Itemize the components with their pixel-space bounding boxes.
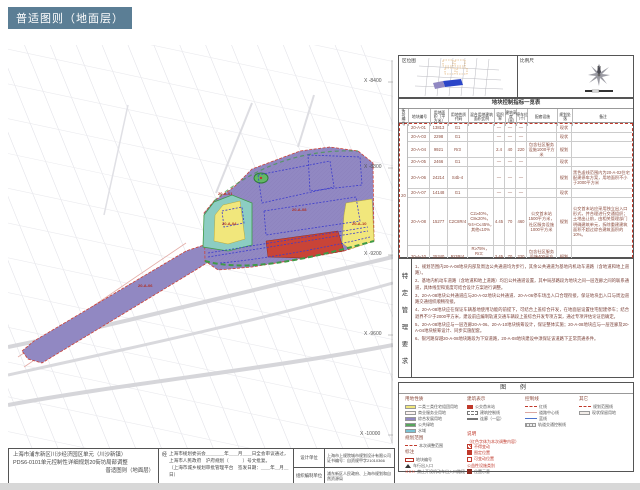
swatch-plan-boundary <box>579 406 591 408</box>
note-item: 4、20-A-08地块应在保证车辆基地使用功能的前提下，可结合上盖综合开发，在地… <box>415 307 629 319</box>
table-row: 20-A-06 24214 S4b-4— — — 规划 黑色虚线范围内为20-A-02住宅配… <box>408 167 632 189</box>
note-item: 3、20-A-08地块公共通道应与20-A-02地块公共通道、20-A-06停车… <box>415 292 629 305</box>
table-row: 20-A-04 9921 Rr3 2.4 40 220 包含社区服务设施1000平方米 规划 <box>408 142 632 158</box>
design-unit-row: 设计单位 上海市上规院城市规划设计有限公司 证书编号：自资规甲字21010366 <box>294 449 394 468</box>
swatch-commercial <box>405 410 416 415</box>
page-bottom-margin <box>0 483 640 490</box>
swatch-adjust-scope <box>405 445 417 447</box>
location-scale-panel: 区位图 比例尺 N <box>398 55 634 98</box>
plot-label: 20-A-08 <box>292 207 307 212</box>
swatch-corridor <box>467 417 478 421</box>
swatch-existing-retained <box>579 410 590 415</box>
org-unit-value: 浦东新区人民政府、上海市规划和自然资源局 <box>327 471 391 482</box>
no-entry-icon: ✕✕✕ <box>405 469 416 475</box>
coord-label: X -9600 <box>364 331 382 337</box>
legend-group-note: 说明 （红色字体为本次调整内容） 不得变动 图定位置 可变动位置 公益性设施类别… <box>467 431 567 475</box>
coord-label: X -10000 <box>360 431 381 437</box>
table-row: 20-A-03 2298 G1— — — 现状 <box>408 133 632 142</box>
swatch-adjustable-position <box>467 456 472 462</box>
plot-control-table-panel: 地块控制指标一览表 街坊编号 地块编号 用地面积（平方米） 用地性质代码 混合用… <box>398 98 634 268</box>
swatch-residential <box>405 404 416 409</box>
approval-line3: （上海市城乡规划审批管理平台 签发日期：＿＿年＿月＿日） <box>169 464 289 477</box>
title-block: 上海市浦东新区川沙经济园区单元（川沙新镇） PDS6-0101单元控制性详细规划… <box>8 448 395 486</box>
coord-label: X -8800 <box>364 164 382 170</box>
plot-label: 20-A-10 <box>352 221 367 226</box>
legend-group-other: 其它 规划范围线 现状保留用地 <box>579 396 616 415</box>
swatch-plot-number <box>405 457 414 462</box>
zone-corridor-band <box>21 244 211 364</box>
legend-group-marks: 标注 地块编号 车行出入口 ✕✕✕ 禁止开设机动车出入口路段 <box>405 449 466 475</box>
legend-group-scope: 规划范围 本次调整范围 <box>405 435 443 448</box>
special-management-panel: 特定管理要求 1、规划范围内20-A-08地块内部及周边公共通道均为步行，其余公… <box>398 258 634 378</box>
plot-label: 20-A-06 <box>138 283 153 288</box>
swatch-blue-line <box>525 418 537 420</box>
swatch-road-centerline <box>525 412 537 414</box>
table-row: 20-A-08 15277 C2C8Rr4 C2≥40%，C8≤20%，Rr4+C≤4… <box>408 198 632 246</box>
note-item: 6、银河路穿越20-A-08地块路段为下穿道路，20-A-08地块建设中须保证该… <box>415 335 599 341</box>
coord-label: X -9200 <box>364 251 382 257</box>
compass-rose-icon <box>585 64 613 93</box>
table-header-row: 街坊编号 地块编号 用地面积（平方米） 用地性质代码 混合用地建筑面积比例 容积… <box>399 109 633 126</box>
planning-map: X -8400 X -8800 X -9200 X -9600 X -10000… <box>0 0 513 490</box>
location-map-cell: 区位图 <box>399 56 518 97</box>
design-unit-cert: 证书编号：自资规甲字21010366 <box>327 457 385 463</box>
note-item: 2、基地内机动车道路（含地道和地上道路）均沿公共通道设置，其中局部路段为地块之间… <box>415 278 629 290</box>
coord-label: X -8400 <box>364 78 382 84</box>
table-row: 20-A-05 2466 G1— — — 现状 <box>408 158 632 167</box>
approval-line2: 上海市人民政府 沪府规划（ ）号文批复。 <box>169 457 271 463</box>
legend-group-landuse: 用地性质 二类三类住宅组团用地 商业服务业用地 综合发展用地 公共绿地 水域 <box>405 396 458 434</box>
table-row: 20-A-07 14148 G1— — — 现状 <box>408 189 632 198</box>
block-number-cell: 20 <box>400 124 408 267</box>
note-item: 5、20-A-08地块应与一层连廊20-A-06、20-A-10地块统筹设计，保… <box>415 321 629 333</box>
location-minimap <box>414 57 504 97</box>
project-name-cell: 上海市浦东新区川沙经济园区单元（川沙新镇） PDS6-0101单元控制性详细规划… <box>9 449 159 485</box>
location-highlight <box>443 79 463 87</box>
swatch-rail-control <box>525 423 536 427</box>
table-title: 地块控制指标一览表 <box>399 99 633 109</box>
legend-panel: 图 例 用地性质 二类三类住宅组团用地 商业服务业用地 综合发展用地 公共绿地 … <box>398 382 634 475</box>
approval-cell: 经 上海市规划委员会＿＿＿＿年＿＿月＿＿日全会审议通过， 上海市人民政府 沪府规… <box>159 449 294 485</box>
design-unit-label: 设计单位 <box>294 449 325 467</box>
notes-body: 1、规划范围内20-A-08地块内部及周边公共通道均为步行，其余公共通道为基地内… <box>415 264 629 374</box>
table-body: 20 20-A-01 13813 G1— — — 现状 20-A-03 2298 G1— — — 现… <box>399 123 633 268</box>
view-tab-ground-floor[interactable]: 普适图则（地面层） <box>8 7 132 29</box>
table-row: 20-A-01 13813 G1— — — 现状 <box>408 124 632 133</box>
swatch-no-change <box>467 444 472 450</box>
project-line2: PDS6-0101单元控制性详细规划20街坊局部调整 <box>13 459 128 466</box>
swatch-greenspace <box>405 423 416 428</box>
swatch-red-line <box>525 406 537 408</box>
swatch-position-indicative <box>467 469 472 475</box>
planning-map-canvas <box>0 0 513 490</box>
plot-label: 20-A-01 <box>218 191 233 196</box>
swatch-fixed-position <box>467 450 472 456</box>
swatch-building-control <box>467 410 478 415</box>
approval-line1: 上海市规划委员会＿＿＿＿年＿＿月＿＿日全会审议通过， <box>169 451 289 456</box>
project-line1: 上海市浦东新区川沙经济园区单元（川沙新镇） <box>13 452 127 458</box>
scale-cell: 比例尺 N <box>517 56 634 97</box>
park-marker <box>259 176 263 180</box>
document-page: 普适图则（地面层） X -8400 X -8800 X -9200 X -960… <box>0 0 640 490</box>
legend-title: 图 例 <box>399 383 633 394</box>
note-item: 1、规划范围内20-A-08地块内部及周边公共通道均为步行，其余公共通道为基地内… <box>415 264 629 276</box>
units-cell: 设计单位 上海市上规院城市规划设计有限公司 证书编号：自资规甲字21010366… <box>294 449 394 485</box>
swatch-bus-terminal <box>467 404 473 409</box>
approval-prefix: 经 <box>162 452 168 458</box>
swatch-water <box>405 429 416 434</box>
legend-group-building: 建筑表示 公交首末站 建筑控制线 连廊（一层） <box>467 396 504 421</box>
notes-vertical-title: 特定管理要求 <box>399 259 412 377</box>
vehicle-entry-icon <box>405 463 411 468</box>
swatch-mixed <box>405 416 416 421</box>
plot-label: 20-A-04 <box>222 221 237 226</box>
legend-group-control-lines: 控制线 红线 道路中心线 蓝线 轨道交通控制线 <box>525 396 566 428</box>
project-line3: 普适图则（地面层） <box>105 467 154 474</box>
